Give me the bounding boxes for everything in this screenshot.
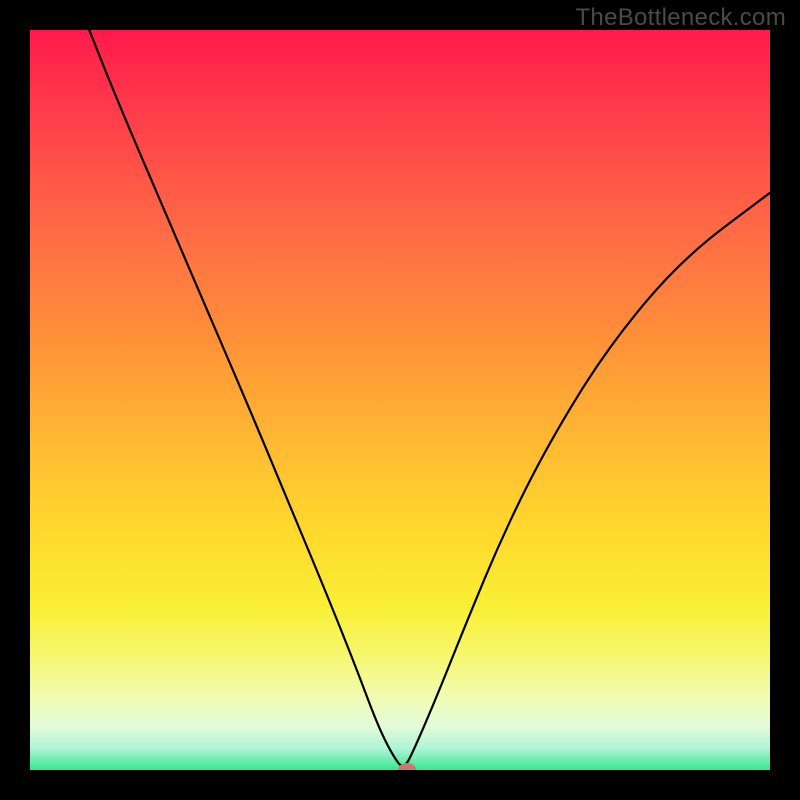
curve-svg <box>30 30 770 770</box>
chart-frame: TheBottleneck.com <box>0 0 800 800</box>
curve-path <box>89 30 770 766</box>
min-marker-icon <box>398 763 416 770</box>
watermark-text: TheBottleneck.com <box>575 4 786 32</box>
plot-area <box>30 30 770 770</box>
